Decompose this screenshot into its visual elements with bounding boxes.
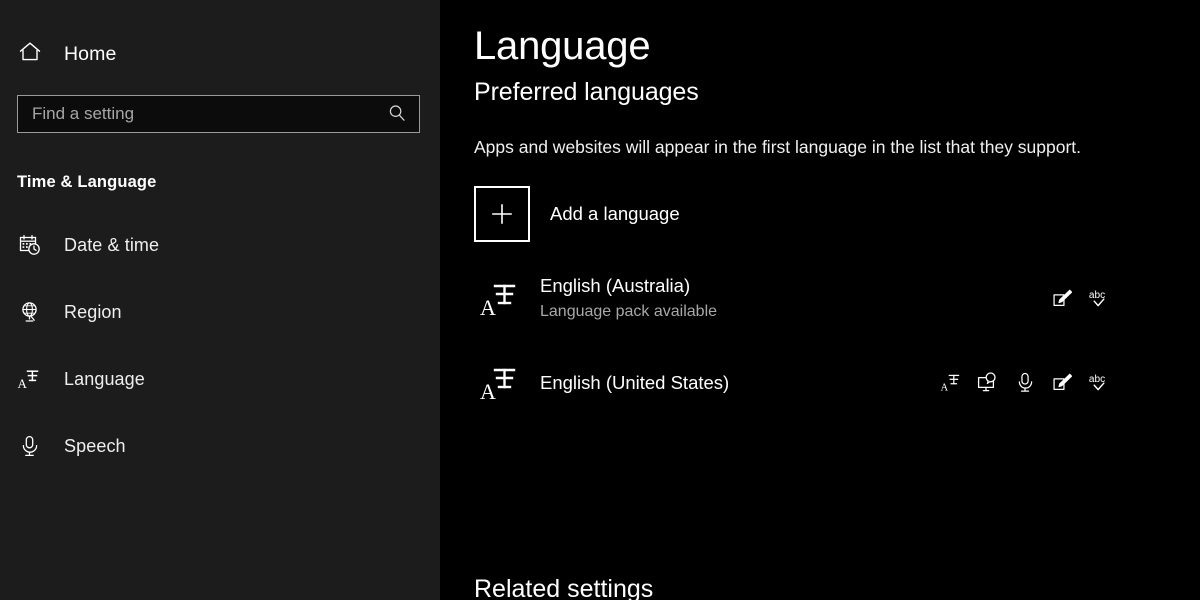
language-a-kanji-icon[interactable]: A <box>938 370 964 396</box>
add-language-label: Add a language <box>550 203 680 225</box>
sidebar-item-date-time[interactable]: Date & time <box>0 224 440 266</box>
sidebar-item-label: Speech <box>64 436 126 457</box>
language-text-block: English (United States) <box>540 371 729 395</box>
microphone-icon[interactable] <box>1012 370 1038 396</box>
sidebar-item-home[interactable]: Home <box>0 34 440 74</box>
globe-stand-icon <box>17 299 43 325</box>
language-name: English (Australia) <box>540 274 717 298</box>
svg-text:A: A <box>18 376 28 391</box>
search-submit-button[interactable] <box>383 96 411 132</box>
language-a-kanji-icon: A <box>474 361 526 405</box>
calendar-clock-icon <box>17 232 43 258</box>
search-icon <box>387 103 407 126</box>
keyboard-pen-icon[interactable] <box>1049 286 1075 312</box>
plus-icon <box>474 186 530 242</box>
language-action-icons: abc <box>1049 286 1112 312</box>
language-row-english-united-states[interactable]: A English (United States) <box>474 352 1200 414</box>
abc-check-icon[interactable]: abc <box>1086 370 1112 396</box>
search-box[interactable] <box>17 95 420 133</box>
language-a-kanji-icon: A <box>17 366 43 392</box>
language-row-english-australia[interactable]: A English (Australia) Language pack avai… <box>474 268 1200 330</box>
keyboard-pen-icon[interactable] <box>1049 370 1075 396</box>
search-container <box>0 95 440 133</box>
search-input[interactable] <box>18 96 419 132</box>
sidebar-item-language[interactable]: A Language <box>0 358 440 400</box>
svg-text:A: A <box>480 295 496 320</box>
sidebar: Home Time & Language <box>0 0 440 600</box>
sidebar-item-label: Region <box>64 302 122 323</box>
sidebar-nav: Date & time Region <box>0 224 440 467</box>
sidebar-item-region[interactable]: Region <box>0 291 440 333</box>
section-description: Apps and websites will appear in the fir… <box>474 135 1094 160</box>
abc-check-icon[interactable]: abc <box>1086 286 1112 312</box>
svg-text:A: A <box>940 383 948 394</box>
sidebar-item-speech[interactable]: Speech <box>0 425 440 467</box>
settings-window: Home Time & Language <box>0 0 1200 600</box>
monitor-speech-icon[interactable] <box>975 370 1001 396</box>
language-a-kanji-icon: A <box>474 277 526 321</box>
main-content: Language Preferred languages Apps and we… <box>440 0 1200 600</box>
microphone-icon <box>17 433 43 459</box>
related-settings-heading: Related settings <box>474 575 653 600</box>
sidebar-home-label: Home <box>64 43 116 66</box>
language-text-block: English (Australia) Language pack availa… <box>540 274 717 323</box>
language-name: English (United States) <box>540 371 729 395</box>
language-action-icons: A <box>938 370 1112 396</box>
add-language-button[interactable]: Add a language <box>474 186 680 242</box>
section-heading-preferred-languages: Preferred languages <box>474 78 1200 107</box>
page-title: Language <box>474 24 1200 69</box>
sidebar-section-title: Time & Language <box>17 173 440 192</box>
sidebar-item-label: Date & time <box>64 235 159 256</box>
sidebar-item-label: Language <box>64 369 145 390</box>
language-status: Language pack available <box>540 300 717 323</box>
home-icon <box>17 39 43 70</box>
svg-text:A: A <box>480 379 496 404</box>
preferred-languages-list: A English (Australia) Language pack avai… <box>474 268 1200 414</box>
